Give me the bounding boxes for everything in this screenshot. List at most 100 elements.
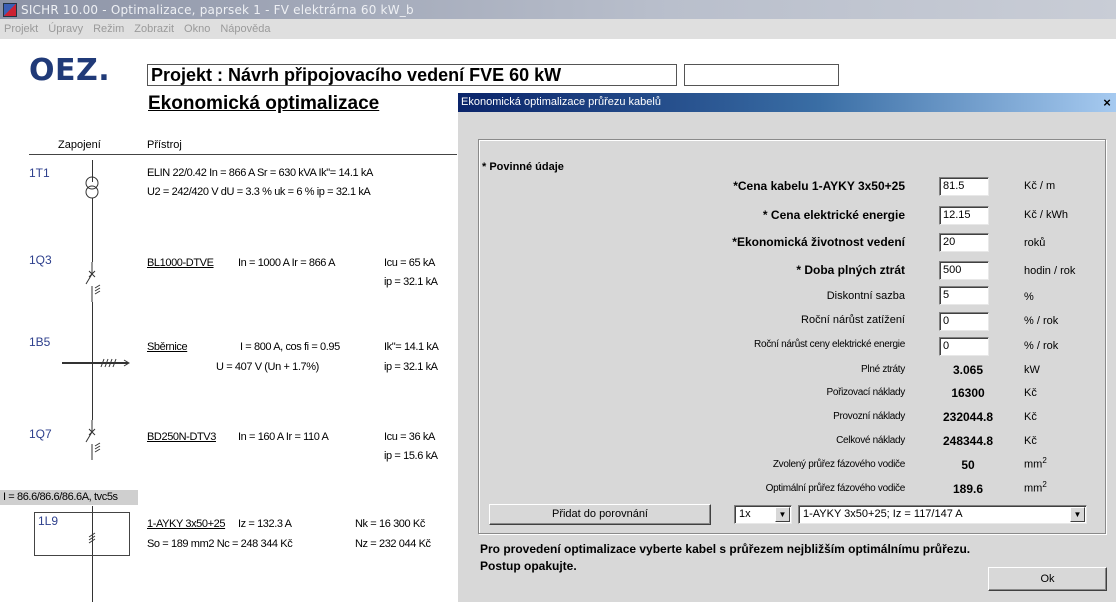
- device-name-1b5[interactable]: Sběrnice: [147, 341, 188, 353]
- label-lifetime: *Ekonomická životnost vedení: [732, 235, 905, 249]
- transformer-icon: [85, 176, 99, 199]
- unit-superscript: 2: [1042, 480, 1047, 489]
- value-operating-cost: 232044.8: [942, 410, 994, 424]
- menu-zobrazit[interactable]: Zobrazit: [134, 23, 174, 35]
- chevron-down-icon[interactable]: ▼: [1070, 507, 1085, 522]
- close-icon[interactable]: ×: [1100, 93, 1114, 112]
- device-1q3-icu: Icu = 65 kA: [384, 257, 435, 269]
- window-title: SICHR 10.00 - Optimalizace, paprsek 1 - …: [21, 2, 414, 17]
- menu-upravy[interactable]: Úpravy: [48, 23, 83, 35]
- device-name-1q3[interactable]: BL1000-DTVE: [147, 257, 214, 269]
- menu-okno[interactable]: Okno: [184, 23, 210, 35]
- oez-logo: OEZ.: [29, 53, 111, 88]
- unit-superscript: 2: [1042, 456, 1047, 465]
- full-loss-time-input[interactable]: 500: [939, 261, 989, 280]
- value-chosen-cross-section: 50: [961, 458, 975, 472]
- ref-1l9: 1L9: [38, 514, 59, 528]
- unit-chosen-cross-section: mm2: [1024, 456, 1047, 471]
- unit-lifetime: roků: [1024, 237, 1046, 249]
- header-divider: [29, 154, 461, 155]
- unit-energy-price: Kč / kWh: [1024, 209, 1069, 221]
- required-fields-label: * Povinné údaje: [482, 161, 564, 173]
- busbar-ip: ip = 32.1 kA: [384, 361, 438, 373]
- unit-optimal-cross-section: mm2: [1024, 480, 1047, 495]
- instruction-repeat-text: Postup opakujte.: [480, 559, 577, 573]
- energy-price-input[interactable]: 12.15: [939, 206, 989, 225]
- cable-select-value: 1-AYKY 3x50+25; Iz = 117/147 A: [803, 508, 963, 520]
- busbar-line1: I = 800 A, cos fi = 0.95: [240, 341, 340, 353]
- busbar-icon: [62, 358, 130, 368]
- menu-projekt[interactable]: Projekt: [4, 23, 38, 35]
- load-growth-input[interactable]: 0: [939, 312, 989, 331]
- label-full-losses: Plné ztráty: [861, 364, 905, 375]
- value-total-cost: 248344.8: [942, 434, 994, 448]
- discount-rate-input[interactable]: 5: [939, 286, 989, 305]
- label-discount-rate: Diskontní sazba: [826, 290, 905, 302]
- value-full-losses: 3.065: [952, 363, 984, 377]
- project-title: Projekt : Návrh připojovacího vedení FVE…: [147, 64, 677, 86]
- unit-operating-cost: Kč: [1024, 411, 1037, 423]
- chevron-down-icon[interactable]: ▼: [775, 507, 790, 522]
- cable-icon: [88, 532, 96, 544]
- current-status-bar: I = 86.6/86.6/86.6A, tvc5s: [0, 490, 138, 505]
- count-select-value: 1x: [739, 508, 751, 520]
- value-optimal-cross-section: 189.6: [952, 482, 984, 496]
- device-1q7-icu: Icu = 36 kA: [384, 431, 435, 443]
- count-select[interactable]: 1x ▼: [734, 505, 792, 524]
- device-1q7-ip: ip = 15.6 kA: [384, 450, 438, 462]
- column-header-pristroj: Přístroj: [147, 139, 182, 151]
- breaker-icon: [85, 420, 101, 460]
- ok-button[interactable]: Ok: [988, 567, 1107, 591]
- unit-discount-rate: %: [1024, 291, 1034, 303]
- label-energy-price: * Cena elektrické energie: [762, 208, 905, 222]
- cable-price-input[interactable]: 81.5: [939, 177, 989, 196]
- menu-rezim[interactable]: Režim: [93, 23, 124, 35]
- input-group-box: [478, 139, 1106, 534]
- optimization-dialog: Ekonomická optimalizace průřezu kabelů ×…: [457, 93, 1116, 602]
- unit-text: mm: [1024, 482, 1043, 495]
- instruction-text: Pro provedení optimalizace vyberte kabel…: [480, 542, 971, 556]
- cable-select[interactable]: 1-AYKY 3x50+25; Iz = 117/147 A ▼: [798, 505, 1087, 524]
- dialog-titlebar: Ekonomická optimalizace průřezu kabelů ×: [458, 93, 1116, 112]
- busbar-ik: Ik"= 14.1 kA: [384, 341, 439, 353]
- unit-energy-price-growth: % / rok: [1024, 340, 1059, 352]
- cable-so-nc: So = 189 mm2 Nc = 248 344 Kč: [147, 538, 293, 550]
- unit-load-growth: % / rok: [1024, 315, 1059, 327]
- unit-acquisition-cost: Kč: [1024, 387, 1037, 399]
- cable-name[interactable]: 1-AYKY 3x50+25: [147, 518, 225, 530]
- busbar-line2: U = 407 V (Un + 1.7%): [216, 361, 319, 373]
- app-icon: [3, 2, 17, 17]
- unit-full-loss-time: hodin / rok: [1024, 265, 1076, 277]
- add-to-comparison-button[interactable]: Přidat do porovnání: [489, 504, 711, 525]
- label-full-loss-time: * Doba plných ztrát: [796, 263, 905, 277]
- lifetime-input[interactable]: 20: [939, 233, 989, 252]
- transformer-line2: U2 = 242/420 V dU = 3.3 % uk = 6 % ip = …: [147, 186, 371, 198]
- value-acquisition-cost: 16300: [951, 386, 985, 400]
- cable-nz: Nz = 232 044 Kč: [355, 538, 431, 550]
- project-extra-field: [684, 64, 839, 86]
- energy-price-growth-input[interactable]: 0: [939, 337, 989, 356]
- unit-text: mm: [1024, 458, 1043, 471]
- column-header-zapojeni: Zapojení: [58, 139, 101, 151]
- ref-1t1: 1T1: [29, 166, 50, 180]
- menu-bar: Projekt Úpravy Režim Zobrazit Okno Nápov…: [0, 19, 1116, 39]
- label-chosen-cross-section: Zvolený průřez fázového vodiče: [772, 459, 905, 470]
- page-subtitle: Ekonomická optimalizace: [148, 93, 380, 114]
- breaker-icon: [85, 262, 101, 302]
- label-energy-price-growth: Roční nárůst ceny elektrické energie: [754, 339, 905, 350]
- menu-napoveda[interactable]: Nápověda: [220, 23, 270, 35]
- schematic-line: [92, 198, 93, 456]
- ref-1b5: 1B5: [29, 335, 51, 349]
- unit-total-cost: Kč: [1024, 435, 1037, 447]
- unit-full-losses: kW: [1024, 364, 1040, 376]
- device-1q3-ip: ip = 32.1 kA: [384, 276, 438, 288]
- label-acquisition-cost: Pořizovací náklady: [826, 387, 905, 398]
- transformer-line1: ELIN 22/0.42 In = 866 A Sr = 630 kVA Ik"…: [147, 167, 373, 179]
- logo-text: OEZ: [29, 53, 99, 88]
- device-name-1q7[interactable]: BD250N-DTV3: [147, 431, 216, 443]
- window-titlebar: SICHR 10.00 - Optimalizace, paprsek 1 - …: [0, 0, 1116, 19]
- ref-1q3: 1Q3: [29, 253, 52, 267]
- dialog-title: Ekonomická optimalizace průřezu kabelů: [461, 96, 661, 108]
- label-total-cost: Celkové náklady: [836, 435, 905, 446]
- device-1q3-line1: In = 1000 A Ir = 866 A: [238, 257, 336, 269]
